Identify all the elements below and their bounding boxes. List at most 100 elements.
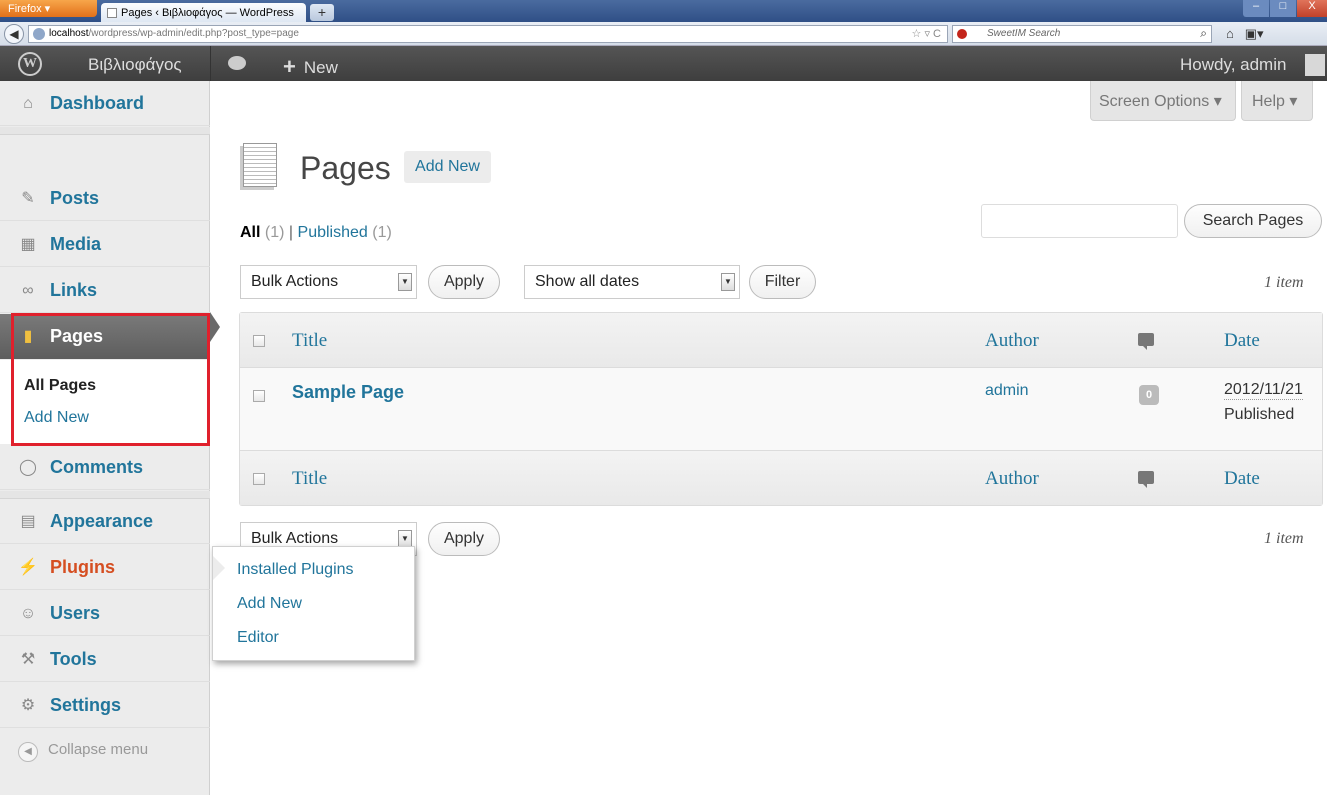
comments-bubble-icon[interactable] xyxy=(228,56,246,70)
column-author-footer: Author xyxy=(985,468,1039,489)
browser-search-input[interactable]: SweetIM Search ⌕ xyxy=(952,25,1212,43)
new-label: New xyxy=(303,58,338,77)
dates-value: Show all dates xyxy=(535,273,640,290)
table-header: Title Author Date xyxy=(240,313,1322,368)
sidebar-item-tools[interactable]: ⚒ Tools xyxy=(0,637,210,682)
url-host: localhost xyxy=(49,28,89,39)
menu-separator xyxy=(0,491,210,499)
status-filter-links: All (1) | Published (1) xyxy=(240,224,392,242)
sidebar-item-users[interactable]: ☺ Users xyxy=(0,591,210,636)
filter-all-link[interactable]: All xyxy=(240,224,260,241)
sidebar-item-dashboard[interactable]: ⌂ Dashboard xyxy=(0,81,210,126)
firefox-menu-button[interactable]: Firefox ▾ xyxy=(0,0,97,17)
wordpress-logo-icon[interactable]: W xyxy=(18,52,42,76)
sidebar-item-comments[interactable]: ◯ Comments xyxy=(0,445,210,490)
filter-separator: | xyxy=(288,224,294,241)
help-button[interactable]: Help ▾ xyxy=(1241,81,1313,121)
addons-icon[interactable]: ▣▾ xyxy=(1245,26,1264,41)
sidebar-item-label: Dashboard xyxy=(50,93,145,113)
bookmark-star-icon[interactable]: ☆ ▿ C xyxy=(912,27,941,40)
row-checkbox[interactable] xyxy=(253,390,265,402)
sidebar-item-settings[interactable]: ⚙ Settings xyxy=(0,683,210,728)
filter-published-link[interactable]: Published xyxy=(298,224,368,241)
bulk-actions-value: Bulk Actions xyxy=(251,530,339,547)
sidebar-item-plugins[interactable]: ⚡ Plugins xyxy=(0,545,210,590)
avatar[interactable] xyxy=(1305,54,1325,76)
url-bar[interactable]: localhost/wordpress/wp-admin/edit.php?po… xyxy=(28,25,948,43)
pin-icon: ✎ xyxy=(21,190,35,207)
collapse-menu-button[interactable]: ◀ Collapse menu xyxy=(18,741,148,762)
close-window-button[interactable]: X xyxy=(1297,0,1327,17)
screen-options-button[interactable]: Screen Options ▾ xyxy=(1090,81,1236,121)
new-tab-button[interactable]: + xyxy=(310,4,334,21)
dates-filter-select[interactable]: Show all dates ▼ xyxy=(524,265,740,299)
minimize-button[interactable]: – xyxy=(1243,0,1269,17)
search-icon[interactable]: ⌕ xyxy=(1200,26,1207,41)
site-identity-icon[interactable] xyxy=(33,28,45,40)
search-pages-button[interactable]: Search Pages xyxy=(1184,204,1322,238)
filter-published-count: (1) xyxy=(372,224,392,241)
row-author-link[interactable]: admin xyxy=(985,382,1029,400)
filter-button[interactable]: Filter xyxy=(749,265,816,299)
tab-title: Pages ‹ Βιβλιοφάγος — WordPress xyxy=(121,7,294,19)
site-name-link[interactable]: Βιβλιοφάγος xyxy=(88,55,182,75)
sidebar-item-label: Links xyxy=(50,280,98,300)
row-date: 2012/11/21 xyxy=(1224,381,1303,400)
home-button-icon[interactable]: ⌂ xyxy=(1226,26,1234,41)
add-new-page-button[interactable]: Add New xyxy=(404,151,491,183)
comment-column-icon[interactable] xyxy=(1138,333,1154,350)
comment-column-icon[interactable] xyxy=(1138,471,1154,488)
highlight-annotation xyxy=(11,313,210,446)
sidebar-item-label: Tools xyxy=(50,649,97,669)
bulk-actions-select-top[interactable]: Bulk Actions ▼ xyxy=(240,265,417,299)
select-all-checkbox-bottom[interactable] xyxy=(253,473,265,485)
filter-all-count: (1) xyxy=(264,224,285,241)
item-count-bottom: 1 item xyxy=(1264,530,1304,547)
wp-admin-bar: W Βιβλιοφάγος + New Howdy, admin xyxy=(0,46,1327,81)
comment-count-badge[interactable]: 0 xyxy=(1139,385,1159,405)
column-title-footer[interactable]: Title xyxy=(292,468,327,490)
chevron-down-icon: ▼ xyxy=(398,273,412,291)
sidebar-item-label: Appearance xyxy=(50,511,154,531)
bulk-actions-value: Bulk Actions xyxy=(251,273,339,290)
flyout-editor[interactable]: Editor xyxy=(237,621,414,655)
adminbar-divider xyxy=(210,46,211,81)
column-title[interactable]: Title xyxy=(292,330,327,352)
flyout-arrow xyxy=(213,556,225,580)
appearance-icon: ▤ xyxy=(20,513,36,530)
sidebar-item-media[interactable]: ▦ Media xyxy=(0,222,210,267)
maximize-button[interactable]: □ xyxy=(1270,0,1296,17)
browser-toolbar-icons: ⌂ ▣▾ xyxy=(1226,26,1326,44)
sidebar-item-label: Users xyxy=(50,603,101,623)
flyout-add-new-plugin[interactable]: Add New xyxy=(237,587,414,621)
plugins-flyout-menu: Installed Plugins Add New Editor xyxy=(212,546,415,661)
back-button[interactable]: ◀ xyxy=(4,24,24,44)
search-engine-icon[interactable] xyxy=(957,29,967,39)
sidebar-item-posts[interactable]: ✎ Posts xyxy=(0,176,210,221)
column-date[interactable]: Date xyxy=(1224,330,1260,352)
chevron-down-icon: ▼ xyxy=(721,273,735,291)
apply-button-top[interactable]: Apply xyxy=(428,265,500,299)
row-status: Published xyxy=(1224,406,1295,423)
menu-separator xyxy=(0,127,210,135)
search-pages-input[interactable] xyxy=(981,204,1178,238)
column-date-footer[interactable]: Date xyxy=(1224,468,1260,490)
table-footer: Title Author Date xyxy=(240,450,1322,505)
media-icon: ▦ xyxy=(20,236,36,253)
new-content-button[interactable]: + New xyxy=(283,53,338,79)
sidebar-item-label: Media xyxy=(50,234,102,254)
sidebar-item-links[interactable]: ∞ Links xyxy=(0,268,210,313)
row-title-link[interactable]: Sample Page xyxy=(292,382,404,403)
sidebar-item-appearance[interactable]: ▤ Appearance xyxy=(0,499,210,544)
plus-icon: + xyxy=(283,54,296,79)
howdy-user-link[interactable]: Howdy, admin xyxy=(1180,55,1286,75)
sidebar-item-label: Comments xyxy=(50,457,144,477)
settings-icon: ⚙ xyxy=(20,697,36,714)
flyout-installed-plugins[interactable]: Installed Plugins xyxy=(237,553,414,587)
collapse-label: Collapse menu xyxy=(48,741,149,758)
select-all-checkbox[interactable] xyxy=(253,335,265,347)
apply-button-bottom[interactable]: Apply xyxy=(428,522,500,556)
column-author: Author xyxy=(985,330,1039,351)
pages-table: Title Author Date Sample Page admin 0 20… xyxy=(239,312,1323,506)
browser-tab[interactable]: Pages ‹ Βιβλιοφάγος — WordPress xyxy=(101,3,306,23)
